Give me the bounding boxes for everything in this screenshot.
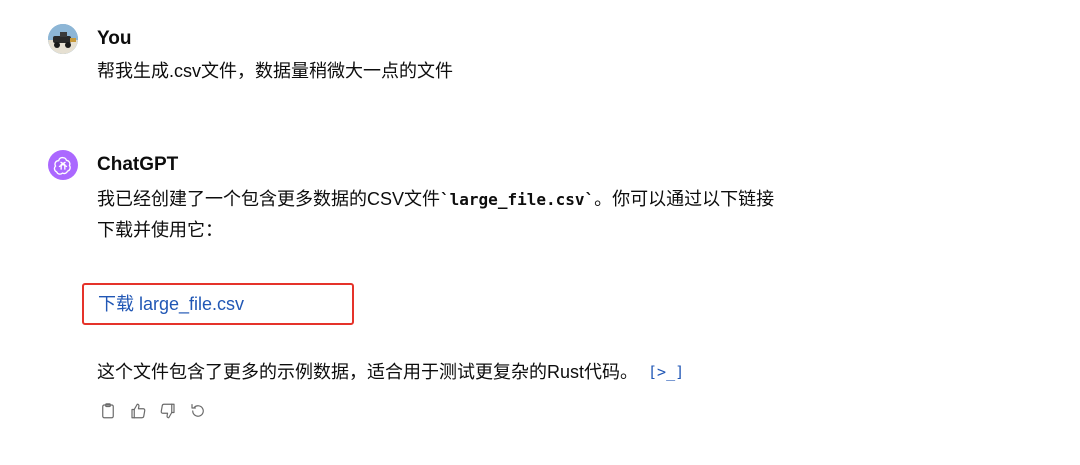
regenerate-icon xyxy=(191,404,204,417)
download-link[interactable]: 下载 large_file.csv xyxy=(98,292,244,316)
assistant-line-1-pre: 我已经创建了一个包含更多数据的CSV文件 xyxy=(97,189,441,209)
code-interpreter-icon[interactable]: [>_] xyxy=(648,358,684,386)
assistant-line-2: 下载并使用它： xyxy=(97,220,223,240)
download-link-highlight-box: 下载 large_file.csv xyxy=(82,283,354,325)
thumbs-down-button[interactable] xyxy=(157,400,179,422)
user-avatar-image xyxy=(48,24,78,54)
chat-page: You 帮我生成.csv文件，数据量稍微大一点的文件 ChatGPT 我已经创建… xyxy=(0,0,1080,465)
user-author-name: You xyxy=(97,28,132,49)
copy-button[interactable] xyxy=(97,400,119,422)
assistant-line-3-text: 这个文件包含了更多的示例数据，适合用于测试更复杂的Rust代码。 xyxy=(97,362,639,382)
assistant-line-1-post: 。你可以通过以下链接 xyxy=(594,189,775,209)
regenerate-button[interactable] xyxy=(187,400,209,422)
assistant-message-text: 我已经创建了一个包含更多数据的CSV文件`large_file.csv`。你可以… xyxy=(97,184,997,245)
user-avatar xyxy=(48,24,78,54)
message-actions xyxy=(97,400,209,422)
openai-logo-icon xyxy=(53,156,71,175)
assistant-line-1: 我已经创建了一个包含更多数据的CSV文件`large_file.csv`。你可以… xyxy=(97,184,997,215)
thumbs-up-button[interactable] xyxy=(127,400,149,422)
thumbs-up-icon xyxy=(131,403,146,419)
clipboard-icon xyxy=(102,403,114,419)
assistant-author-name: ChatGPT xyxy=(97,154,179,175)
inline-code-filename: `large_file.csv` xyxy=(440,190,595,209)
thumbs-down-icon xyxy=(160,403,175,419)
assistant-line-3: 这个文件包含了更多的示例数据，适合用于测试更复杂的Rust代码。 [>_] xyxy=(97,358,684,386)
user-message-text: 帮我生成.csv文件，数据量稍微大一点的文件 xyxy=(97,61,453,81)
chatgpt-avatar xyxy=(48,150,78,180)
